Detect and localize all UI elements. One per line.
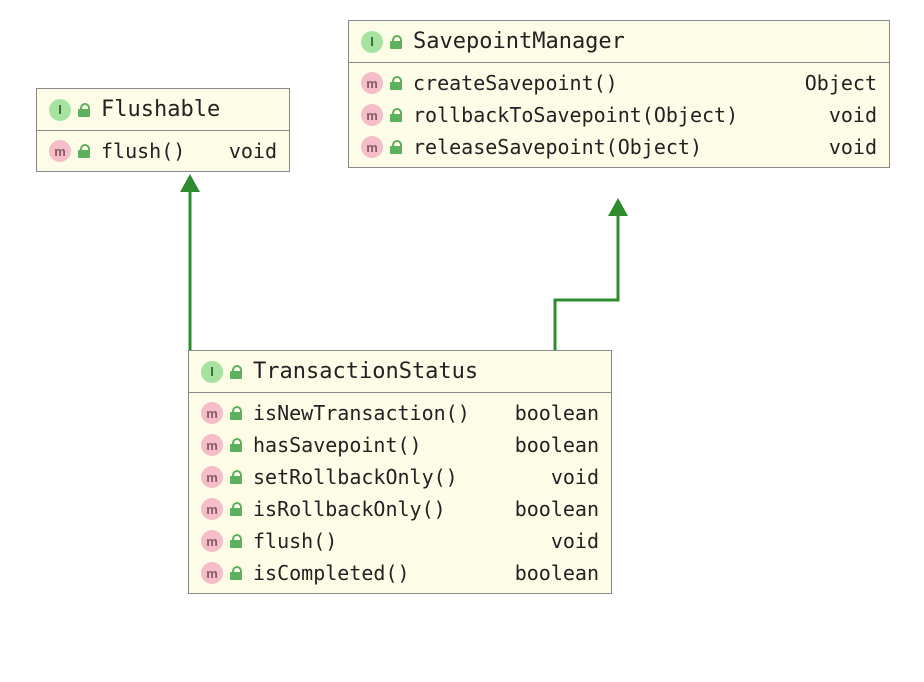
member-return: void	[551, 465, 599, 489]
member-signature: releaseSavepoint(Object)	[413, 135, 817, 159]
lock-icon	[229, 365, 243, 379]
members-list: m createSavepoint() Object m rollbackToS…	[349, 63, 889, 167]
interface-icon: I	[49, 99, 71, 121]
class-box-transaction-status: I TransactionStatus m isNewTransaction()…	[188, 350, 612, 594]
member-return: void	[829, 103, 877, 127]
member-return: Object	[805, 71, 877, 95]
member-signature: isNewTransaction()	[253, 401, 503, 425]
method-icon: m	[361, 104, 383, 126]
member-row: m setRollbackOnly() void	[189, 461, 611, 493]
method-icon: m	[201, 434, 223, 456]
method-icon: m	[201, 466, 223, 488]
lock-icon	[229, 566, 243, 580]
member-row: m rollbackToSavepoint(Object) void	[349, 99, 889, 131]
member-row: m isCompleted() boolean	[189, 557, 611, 589]
member-signature: rollbackToSavepoint(Object)	[413, 103, 817, 127]
member-row: m isNewTransaction() boolean	[189, 397, 611, 429]
member-signature: isCompleted()	[253, 561, 503, 585]
class-title: Flushable	[101, 97, 277, 122]
method-icon: m	[201, 498, 223, 520]
member-return: boolean	[515, 433, 599, 457]
lock-icon	[389, 76, 403, 90]
member-row: m flush() void	[189, 525, 611, 557]
member-row: m createSavepoint() Object	[349, 67, 889, 99]
class-box-flushable: I Flushable m flush() void	[36, 88, 290, 172]
method-icon: m	[49, 140, 71, 162]
arrowhead-icon	[608, 198, 628, 216]
member-signature: flush()	[101, 139, 217, 163]
member-row: m releaseSavepoint(Object) void	[349, 131, 889, 163]
member-signature: flush()	[253, 529, 539, 553]
interface-icon: I	[201, 361, 223, 383]
method-icon: m	[361, 136, 383, 158]
member-return: boolean	[515, 561, 599, 585]
member-signature: isRollbackOnly()	[253, 497, 503, 521]
class-header: I Flushable	[37, 89, 289, 131]
class-title: SavepointManager	[413, 29, 877, 54]
member-signature: createSavepoint()	[413, 71, 793, 95]
lock-icon	[389, 108, 403, 122]
members-list: m flush() void	[37, 131, 289, 171]
member-signature: hasSavepoint()	[253, 433, 503, 457]
lock-icon	[229, 502, 243, 516]
interface-icon: I	[361, 31, 383, 53]
method-icon: m	[361, 72, 383, 94]
connector-line	[555, 212, 618, 350]
member-return: boolean	[515, 497, 599, 521]
method-icon: m	[201, 562, 223, 584]
class-box-savepoint-manager: I SavepointManager m createSavepoint() O…	[348, 20, 890, 168]
method-icon: m	[201, 402, 223, 424]
method-icon: m	[201, 530, 223, 552]
lock-icon	[229, 438, 243, 452]
class-title: TransactionStatus	[253, 359, 599, 384]
lock-icon	[229, 470, 243, 484]
lock-icon	[389, 140, 403, 154]
class-header: I SavepointManager	[349, 21, 889, 63]
arrowhead-icon	[180, 174, 200, 192]
lock-icon	[389, 35, 403, 49]
lock-icon	[229, 406, 243, 420]
members-list: m isNewTransaction() boolean m hasSavepo…	[189, 393, 611, 593]
member-row: m isRollbackOnly() boolean	[189, 493, 611, 525]
member-return: void	[829, 135, 877, 159]
member-row: m flush() void	[37, 135, 289, 167]
member-row: m hasSavepoint() boolean	[189, 429, 611, 461]
lock-icon	[77, 103, 91, 117]
lock-icon	[229, 534, 243, 548]
lock-icon	[77, 144, 91, 158]
member-signature: setRollbackOnly()	[253, 465, 539, 489]
class-header: I TransactionStatus	[189, 351, 611, 393]
member-return: boolean	[515, 401, 599, 425]
member-return: void	[551, 529, 599, 553]
member-return: void	[229, 139, 277, 163]
